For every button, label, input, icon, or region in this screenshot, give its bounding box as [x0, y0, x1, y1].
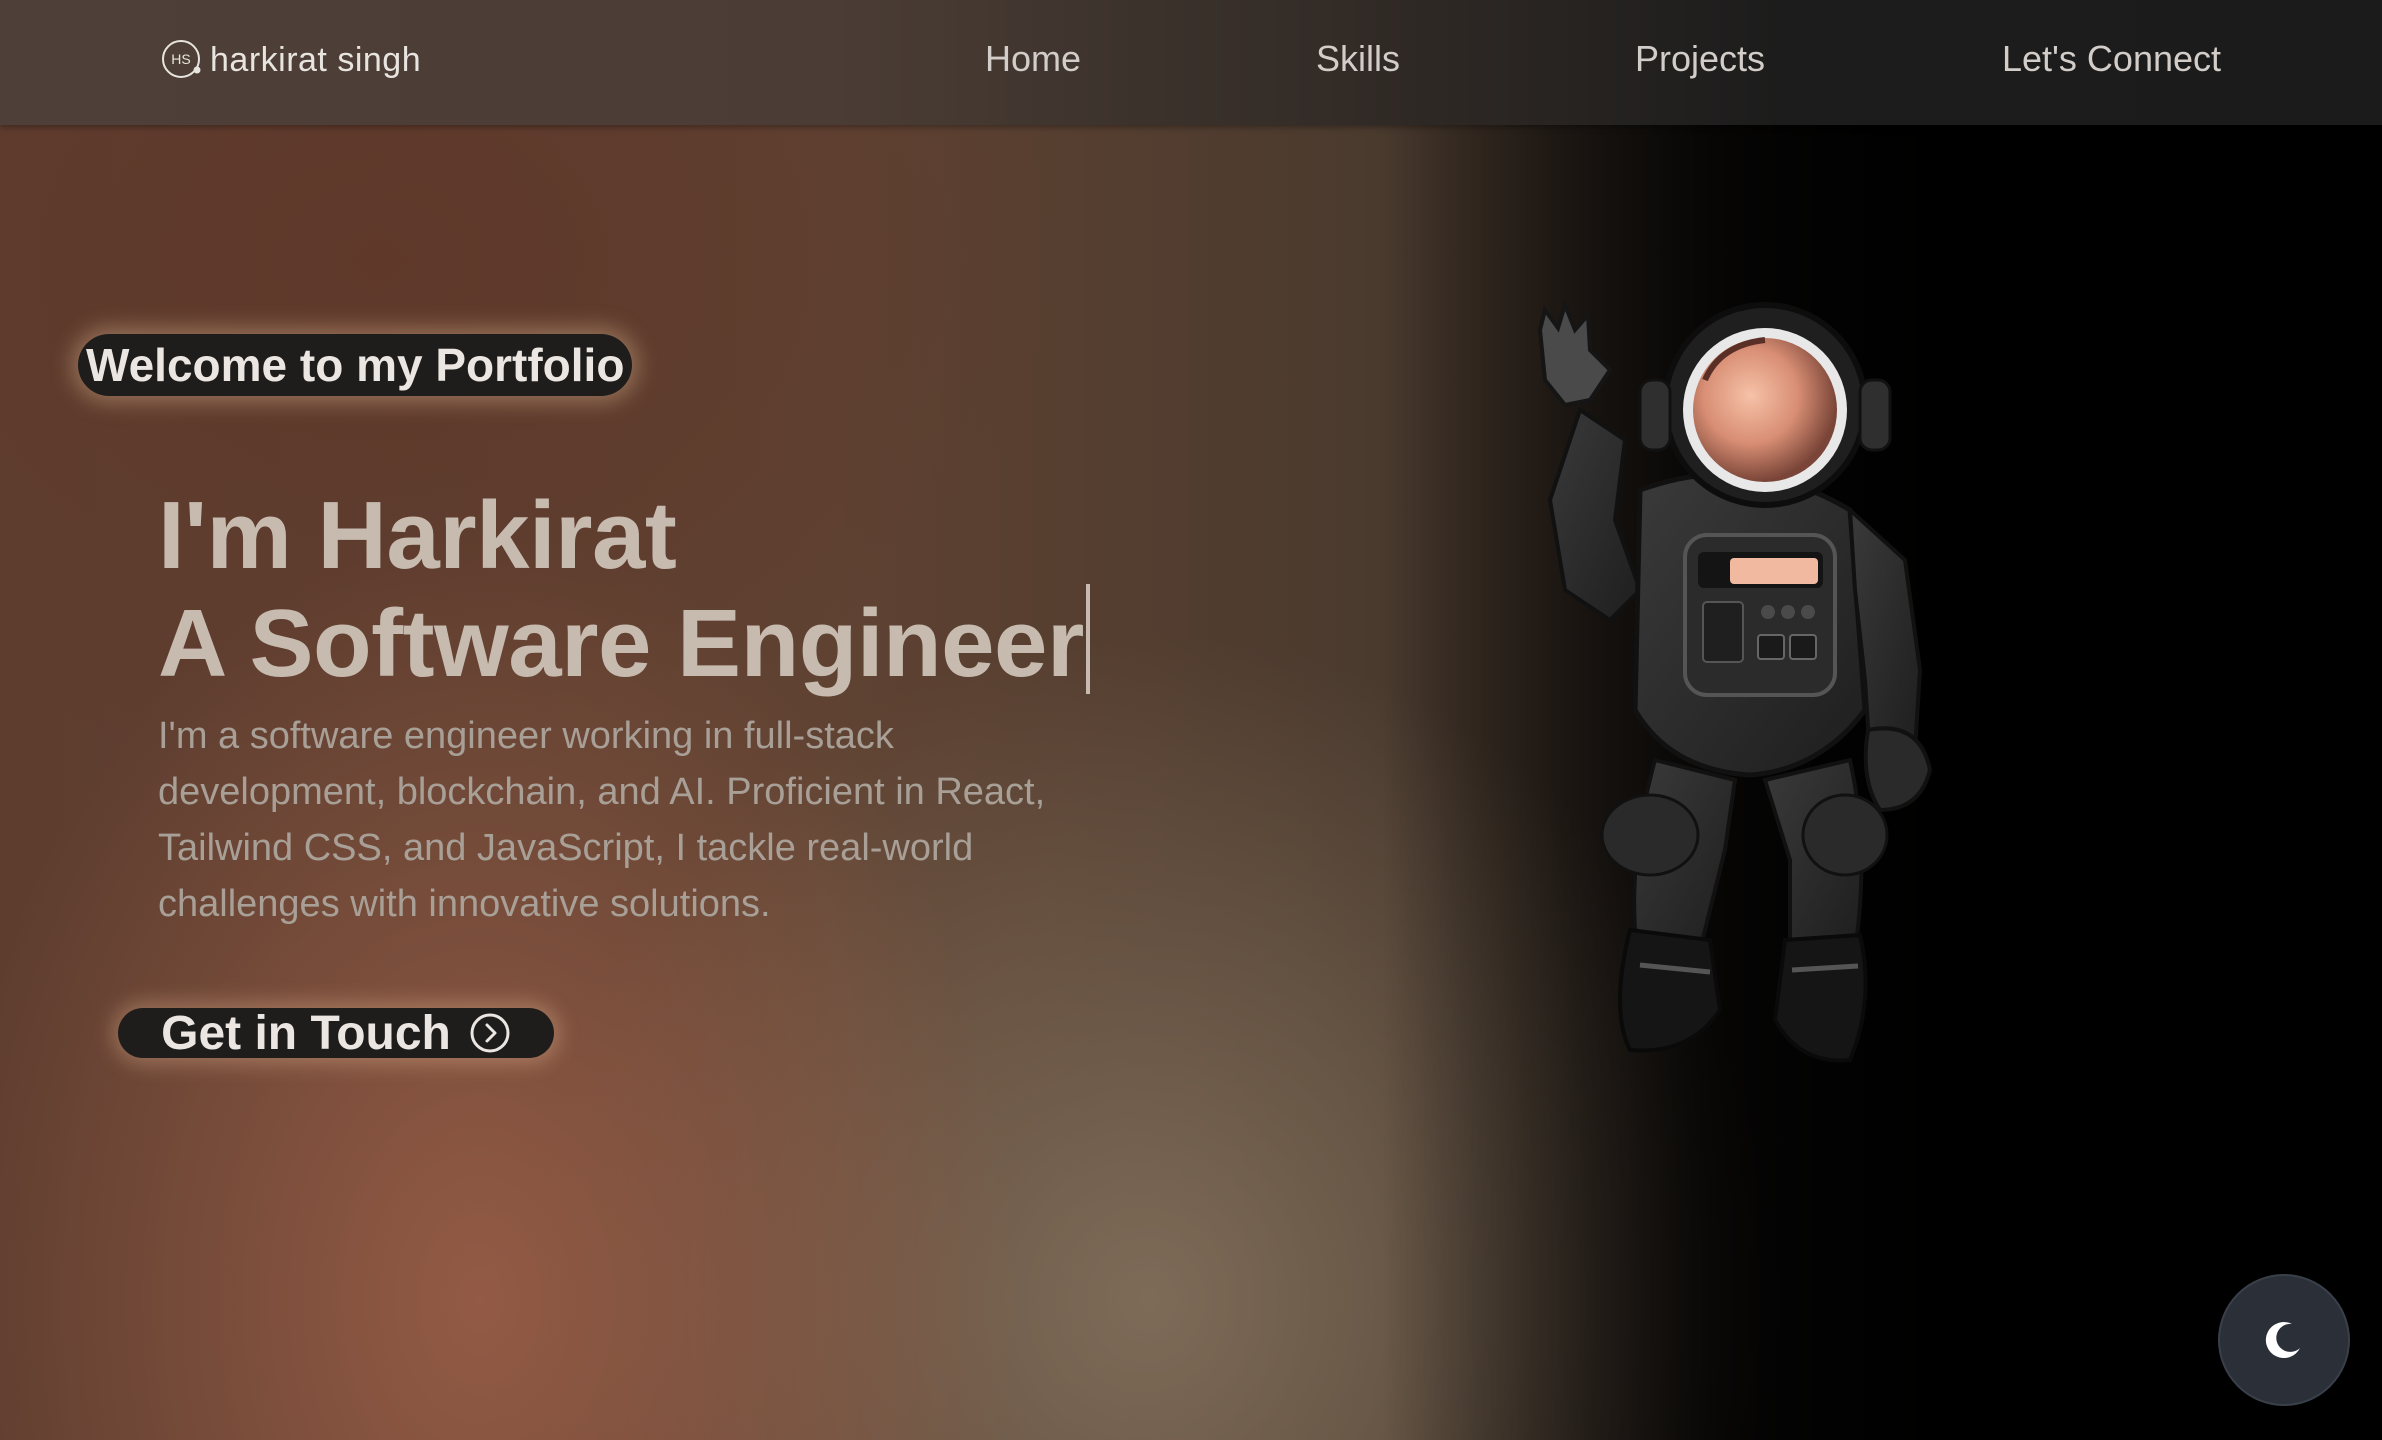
nav-links: Home Skills Projects Let's Connect	[0, 0, 2382, 125]
moon-icon	[2265, 1322, 2300, 1359]
nav-link-home[interactable]: Home	[985, 38, 1081, 80]
hero-description: I'm a software engineer working in full-…	[158, 715, 1046, 925]
get-in-touch-button[interactable]: Get in Touch	[118, 1006, 554, 1060]
nav-link-skills[interactable]: Skills	[1316, 38, 1400, 80]
theme-toggle-button[interactable]	[2218, 1274, 2350, 1406]
nav-link-projects[interactable]: Projects	[1635, 38, 1765, 80]
hero-heading: I'm Harkirat A Software Engineer	[158, 488, 1090, 694]
typing-cursor	[1085, 584, 1090, 694]
get-in-touch-label: Get in Touch	[161, 1006, 451, 1060]
astronaut-illustration	[1537, 298, 1933, 1063]
heading-line-role-wrap: A Software Engineer	[158, 584, 1090, 694]
heading-line-role: A Software Engineer	[158, 590, 1084, 697]
nav-link-connect[interactable]: Let's Connect	[2002, 38, 2221, 80]
heading-line-name: I'm Harkirat	[158, 482, 677, 589]
navbar: HS harkirat singh Home Skills Projects L…	[0, 0, 2382, 125]
chevron-right-circle-icon	[470, 1013, 510, 1053]
welcome-badge: Welcome to my Portfolio	[78, 334, 633, 396]
